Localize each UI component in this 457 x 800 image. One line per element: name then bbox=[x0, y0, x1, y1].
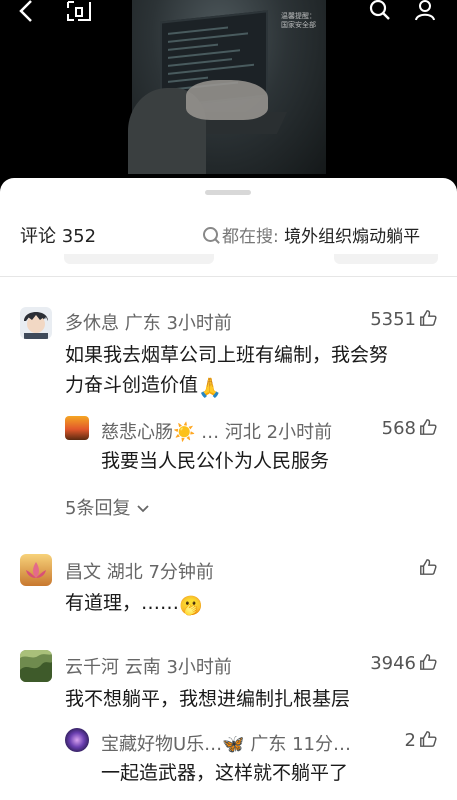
reply-timestamp: 2小时前 bbox=[266, 422, 333, 443]
location: 云南 bbox=[124, 657, 161, 678]
comment-count: 352 bbox=[61, 226, 97, 247]
trending-topic-link[interactable]: 境外组织煽动躺平 bbox=[284, 227, 420, 247]
location: 广东 bbox=[124, 313, 161, 334]
reply-location: 广东 bbox=[250, 734, 287, 755]
video-watermark: 温馨提醒： 国家安全部 bbox=[281, 12, 316, 29]
like-count: 5351 bbox=[370, 309, 416, 330]
comment-sheet: 评论 352 都在搜: 境外组织煽动躺平 多休息 广东 3小时前 5351 如果… bbox=[0, 178, 457, 800]
reply-username[interactable]: 慈悲心肠 bbox=[101, 422, 173, 443]
location: 湖北 bbox=[106, 562, 143, 583]
pray-emoji: 🙏 bbox=[198, 377, 222, 399]
more-replies-button[interactable]: 5条回复 bbox=[65, 494, 150, 520]
video-player[interactable]: 温馨提醒： 国家安全部 bbox=[0, 0, 457, 195]
comment-meta: 多休息 广东 3小时前 bbox=[65, 309, 232, 335]
timestamp: 7分钟前 bbox=[148, 562, 214, 583]
reply-like-button[interactable]: 568 bbox=[382, 418, 437, 439]
profile-button[interactable] bbox=[414, 0, 436, 27]
username[interactable]: 云千河 bbox=[65, 657, 119, 678]
reply-avatar[interactable] bbox=[65, 416, 89, 440]
reply-text: 我要当人民公仆为人民服务 bbox=[101, 450, 330, 472]
trending-search[interactable]: 都在搜: 境外组织煽动躺平 bbox=[203, 222, 420, 247]
reply-meta: 宝藏好物U乐…🦋 广东 11分… bbox=[101, 730, 351, 756]
sun-emoji: ☀️ bbox=[173, 422, 196, 443]
search-icon bbox=[369, 0, 390, 20]
comment-meta: 昌文 湖北 7分钟前 bbox=[65, 558, 214, 584]
search-button[interactable] bbox=[369, 0, 391, 27]
avatar[interactable] bbox=[20, 307, 52, 339]
like-count: 3946 bbox=[370, 653, 416, 674]
divider bbox=[0, 276, 457, 277]
person-icon bbox=[415, 0, 435, 21]
reply-text: 一起造武器，这样就不躺平了 bbox=[101, 762, 349, 784]
like-button[interactable]: 5351 bbox=[370, 309, 437, 330]
thumbs-up-icon bbox=[420, 310, 437, 326]
butterfly-emoji: 🦋 bbox=[222, 734, 245, 755]
reply-avatar[interactable] bbox=[65, 728, 89, 752]
reply-like-button[interactable]: 2 bbox=[405, 730, 437, 751]
face-emoji: 🫢 bbox=[179, 595, 203, 617]
reply-meta: 慈悲心肠☀️ … 河北 2小时前 bbox=[101, 422, 333, 443]
reply-like-count: 568 bbox=[381, 418, 416, 439]
video-frame: 温馨提醒： 国家安全部 bbox=[128, 0, 326, 174]
chevron-down-icon bbox=[137, 505, 149, 513]
thumbs-up-icon bbox=[420, 559, 437, 575]
comment-text: 如果我去烟草公司上班有编制，我会努 力奋斗创造价值🙏 bbox=[65, 340, 445, 403]
search-icon bbox=[203, 227, 218, 242]
cast-icon bbox=[67, 1, 91, 21]
comment-meta: 云千河 云南 3小时前 bbox=[65, 653, 232, 679]
reply-location: 河北 bbox=[224, 422, 261, 443]
drag-handle[interactable] bbox=[205, 190, 251, 195]
username[interactable]: 昌文 bbox=[65, 562, 101, 583]
hands-image bbox=[186, 80, 268, 120]
reply-like-count: 2 bbox=[404, 730, 416, 751]
thumbs-up-icon bbox=[420, 419, 437, 435]
avatar[interactable] bbox=[20, 554, 52, 586]
comment-text: 我不想躺平，我想进编制扎根基层 bbox=[65, 688, 351, 710]
comments-title: 评论 352 bbox=[20, 226, 97, 247]
comments-header: 评论 352 都在搜: 境外组织煽动躺平 bbox=[0, 218, 457, 252]
timestamp: 3小时前 bbox=[166, 313, 232, 334]
thumbs-up-icon bbox=[420, 654, 437, 670]
like-button[interactable]: 3946 bbox=[370, 653, 437, 674]
reply-timestamp: 11分… bbox=[292, 734, 351, 755]
avatar[interactable] bbox=[20, 650, 52, 682]
thumbs-up-icon bbox=[420, 731, 437, 747]
username[interactable]: 多休息 bbox=[65, 313, 119, 334]
back-button[interactable] bbox=[18, 0, 34, 27]
reply-username[interactable]: 宝藏好物U乐… bbox=[101, 734, 222, 755]
scrolled-row-partial bbox=[0, 254, 457, 268]
comment-text: 有道理，……🫢 bbox=[65, 588, 203, 621]
chevron-left-icon bbox=[19, 0, 32, 22]
like-button[interactable] bbox=[416, 558, 437, 579]
timestamp: 3小时前 bbox=[166, 657, 232, 678]
cast-button[interactable] bbox=[66, 0, 92, 27]
